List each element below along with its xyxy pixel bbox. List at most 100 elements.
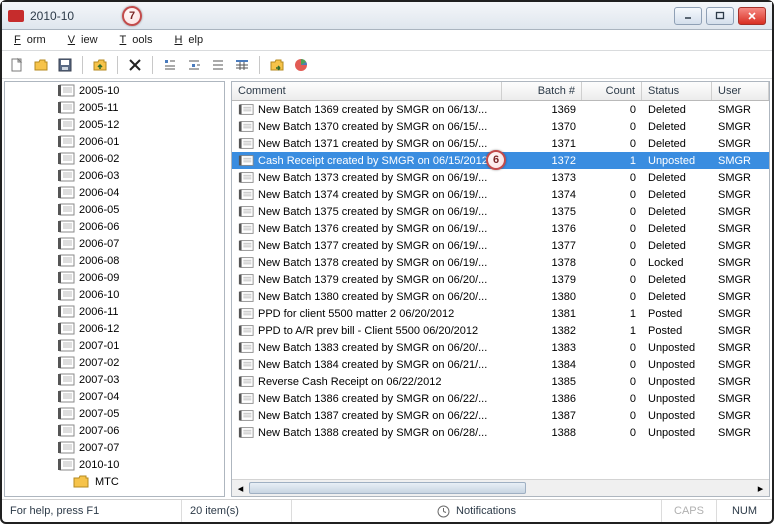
cell-count: 0 (582, 410, 642, 422)
menu-form[interactable]: Form (8, 32, 58, 48)
tree-item[interactable]: 2006-08 (5, 252, 224, 269)
table-row[interactable]: New Batch 1371 created by SMGR on 06/15/… (232, 135, 769, 152)
minimize-button[interactable] (674, 7, 702, 25)
cell-batch: 1373 (502, 172, 582, 184)
table-row[interactable]: New Batch 1387 created by SMGR on 06/22/… (232, 407, 769, 424)
tree-item-label: 2006-11 (79, 306, 119, 318)
cell-batch: 1378 (502, 257, 582, 269)
table-row[interactable]: New Batch 1375 created by SMGR on 06/19/… (232, 203, 769, 220)
table-row[interactable]: New Batch 1370 created by SMGR on 06/15/… (232, 118, 769, 135)
cell-status: Unposted (642, 410, 712, 422)
outdent-button[interactable] (159, 54, 181, 76)
table-row[interactable]: New Batch 1377 created by SMGR on 06/19/… (232, 237, 769, 254)
table-row[interactable]: New Batch 1376 created by SMGR on 06/19/… (232, 220, 769, 237)
tree-item[interactable]: 2007-02 (5, 354, 224, 371)
cell-comment: New Batch 1373 created by SMGR on 06/19/… (258, 172, 487, 184)
folder-go-button[interactable] (266, 54, 288, 76)
cell-count: 1 (582, 325, 642, 337)
tree-item[interactable]: 2007-04 (5, 388, 224, 405)
scroll-left-icon[interactable]: ◂ (232, 480, 249, 497)
tree-item[interactable]: 2006-11 (5, 303, 224, 320)
tree-item[interactable]: 2007-03 (5, 371, 224, 388)
table-row[interactable]: New Batch 1379 created by SMGR on 06/20/… (232, 271, 769, 288)
tree-pane[interactable]: 2005-102005-112005-122006-012006-022006-… (4, 81, 225, 497)
table-row[interactable]: New Batch 1386 created by SMGR on 06/22/… (232, 390, 769, 407)
cell-count: 0 (582, 291, 642, 303)
tree-item[interactable]: 2006-03 (5, 167, 224, 184)
table-row[interactable]: New Batch 1383 created by SMGR on 06/20/… (232, 339, 769, 356)
scroll-right-icon[interactable]: ▸ (752, 480, 769, 497)
document-icon (238, 324, 254, 337)
cell-comment: New Batch 1383 created by SMGR on 06/20/… (258, 342, 487, 354)
table-row[interactable]: New Batch 1380 created by SMGR on 06/20/… (232, 288, 769, 305)
col-user[interactable]: User (712, 82, 769, 100)
menu-view[interactable]: View (62, 32, 110, 48)
cell-comment: New Batch 1376 created by SMGR on 06/19/… (258, 223, 487, 235)
tree-item-label: 2007-02 (79, 357, 119, 369)
document-icon (238, 426, 254, 439)
tree-item[interactable]: 2005-11 (5, 99, 224, 116)
tree-item[interactable]: 2006-09 (5, 269, 224, 286)
cell-user: SMGR (712, 342, 769, 354)
new-button[interactable] (6, 54, 28, 76)
details-view-button[interactable] (231, 54, 253, 76)
tree-item[interactable]: 2007-07 (5, 439, 224, 456)
tree-item[interactable]: 2006-12 (5, 320, 224, 337)
tree-item[interactable]: 2006-05 (5, 201, 224, 218)
table-row[interactable]: Reverse Cash Receipt on 06/22/201213850U… (232, 373, 769, 390)
table-row[interactable]: New Batch 1388 created by SMGR on 06/28/… (232, 424, 769, 441)
table-row[interactable]: New Batch 1378 created by SMGR on 06/19/… (232, 254, 769, 271)
document-icon (238, 103, 254, 116)
chart-button[interactable] (290, 54, 312, 76)
status-notifications[interactable]: Notifications (292, 500, 662, 522)
folder-up-button[interactable] (89, 54, 111, 76)
tree-item[interactable]: 2005-10 (5, 82, 224, 99)
tree-item-label: 2007-05 (79, 408, 119, 420)
col-status[interactable]: Status (642, 82, 712, 100)
maximize-button[interactable] (706, 7, 734, 25)
tree-item[interactable]: 2007-01 (5, 337, 224, 354)
indent-button[interactable] (183, 54, 205, 76)
table-row[interactable]: New Batch 1374 created by SMGR on 06/19/… (232, 186, 769, 203)
tree-item[interactable]: 2006-10 (5, 286, 224, 303)
cell-status: Unposted (642, 393, 712, 405)
delete-button[interactable] (124, 54, 146, 76)
list-view-button[interactable] (207, 54, 229, 76)
tree-item[interactable]: 2006-07 (5, 235, 224, 252)
tree-item[interactable]: 2007-05 (5, 405, 224, 422)
tree-item[interactable]: 2006-04 (5, 184, 224, 201)
toolbar (2, 51, 772, 79)
col-comment[interactable]: Comment (232, 82, 502, 100)
tree-item[interactable]: 2006-02 (5, 150, 224, 167)
tree-item[interactable]: 2005-12 (5, 116, 224, 133)
table-row[interactable]: Cash Receipt created by SMGR on 06/15/20… (232, 152, 769, 169)
cell-user: SMGR (712, 427, 769, 439)
tree-item[interactable]: MTC (5, 473, 224, 490)
table-row[interactable]: New Batch 1384 created by SMGR on 06/21/… (232, 356, 769, 373)
save-button[interactable] (54, 54, 76, 76)
document-icon (238, 239, 254, 252)
cell-batch: 1372 (502, 155, 582, 167)
h-scrollbar[interactable]: ◂ ▸ (232, 479, 769, 496)
cell-user: SMGR (712, 393, 769, 405)
tree-item[interactable]: 2010-10 (5, 456, 224, 473)
table-row[interactable]: New Batch 1369 created by SMGR on 06/13/… (232, 101, 769, 118)
tree-item[interactable]: 2007-06 (5, 422, 224, 439)
table-row[interactable]: PPD to A/R prev bill - Client 5500 06/20… (232, 322, 769, 339)
close-button[interactable] (738, 7, 766, 25)
list-body[interactable]: New Batch 1369 created by SMGR on 06/13/… (232, 101, 769, 479)
document-icon (238, 290, 254, 303)
open-button[interactable] (30, 54, 52, 76)
tree-item[interactable]: 2006-06 (5, 218, 224, 235)
menu-tools[interactable]: Tools (114, 32, 165, 48)
menu-help[interactable]: Help (168, 32, 215, 48)
cell-user: SMGR (712, 291, 769, 303)
col-count[interactable]: Count (582, 82, 642, 100)
cell-batch: 1381 (502, 308, 582, 320)
scroll-thumb[interactable] (249, 482, 526, 494)
col-batch[interactable]: Batch # (502, 82, 582, 100)
document-icon (238, 409, 254, 422)
tree-item[interactable]: 2006-01 (5, 133, 224, 150)
table-row[interactable]: PPD for client 5500 matter 2 06/20/20121… (232, 305, 769, 322)
table-row[interactable]: New Batch 1373 created by SMGR on 06/19/… (232, 169, 769, 186)
